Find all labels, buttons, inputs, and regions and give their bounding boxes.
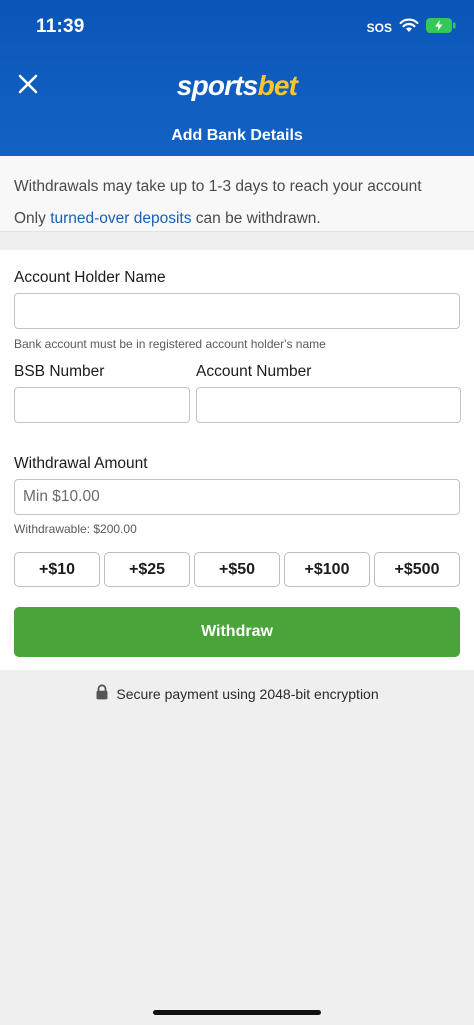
notice-line-1: Withdrawals may take up to 1-3 days to r…: [14, 178, 422, 195]
secure-payment-text: Secure payment using 2048-bit encryption: [116, 685, 379, 702]
quick-amount-10-button[interactable]: +$10: [14, 552, 100, 587]
lock-icon: [95, 684, 109, 703]
battery-charging-icon: [426, 18, 456, 38]
bank-details-form: Account Holder Name Bank account must be…: [0, 250, 474, 670]
sos-indicator: SOS: [366, 21, 392, 35]
notice-line-2: Only turned-over deposits can be withdra…: [14, 203, 460, 235]
secure-payment-note: Secure payment using 2048-bit encryption: [0, 684, 474, 703]
withdraw-button[interactable]: Withdraw: [14, 607, 460, 657]
page-title: Add Bank Details: [171, 127, 303, 144]
turned-over-deposits-link[interactable]: turned-over deposits: [50, 210, 191, 227]
sportsbet-logo: sportsbet: [0, 70, 474, 102]
account-holder-hint: Bank account must be in registered accou…: [14, 337, 326, 351]
bsb-label: BSB Number: [14, 363, 105, 380]
status-icons: SOS: [367, 18, 456, 38]
quick-amount-50-button[interactable]: +$50: [194, 552, 280, 587]
withdrawal-amount-label: Withdrawal Amount: [14, 455, 148, 472]
notice-suffix: can be withdrawn.: [191, 210, 321, 227]
account-number-input[interactable]: [196, 387, 461, 423]
quick-amount-25-button[interactable]: +$25: [104, 552, 190, 587]
withdrawal-amount-input[interactable]: [14, 479, 460, 515]
wifi-icon: [399, 18, 419, 38]
notice-prefix: Only: [14, 210, 51, 227]
account-number-label: Account Number: [196, 363, 312, 380]
account-holder-input[interactable]: [14, 293, 460, 329]
app-header: 11:39 SOS sportsbet Add Bank Details: [0, 0, 474, 156]
home-indicator[interactable]: [153, 1010, 321, 1015]
quick-amount-100-button[interactable]: +$100: [284, 552, 370, 587]
logo-bet: bet: [257, 70, 298, 101]
withdrawal-notice: Withdrawals may take up to 1-3 days to r…: [0, 156, 474, 232]
logo-sports: sports: [176, 70, 259, 101]
account-holder-label: Account Holder Name: [14, 269, 166, 286]
withdrawable-amount: Withdrawable: $200.00: [14, 522, 137, 536]
status-bar: 11:39 SOS: [0, 0, 474, 58]
quick-amount-500-button[interactable]: +$500: [374, 552, 460, 587]
status-time: 11:39: [36, 16, 85, 37]
bsb-input[interactable]: [14, 387, 190, 423]
